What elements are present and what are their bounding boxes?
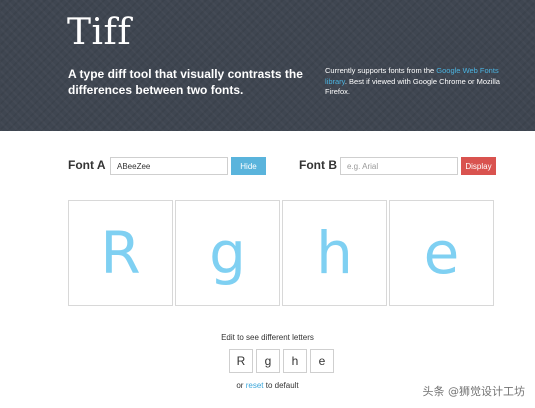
letter-comparison-row: R g h e xyxy=(68,200,494,306)
edit-letter-input[interactable] xyxy=(256,349,280,373)
edit-letters-row xyxy=(229,349,334,373)
font-a-label: Font A xyxy=(68,158,106,172)
reset-prefix: or xyxy=(236,381,246,390)
hide-button[interactable]: Hide xyxy=(231,157,266,175)
watermark: 头条 @狮觉设计工坊 xyxy=(422,385,526,398)
edit-hint: Edit to see different letters xyxy=(221,333,314,342)
support-note-prefix: Currently supports fonts from the xyxy=(325,66,437,75)
letter-glyph: h xyxy=(316,219,353,287)
support-note: Currently supports fonts from the Google… xyxy=(325,66,515,98)
edit-letter-input[interactable] xyxy=(229,349,253,373)
edit-letter-input[interactable] xyxy=(283,349,307,373)
font-b-input[interactable] xyxy=(340,157,458,175)
display-button[interactable]: Display xyxy=(461,157,496,175)
edit-letter-input[interactable] xyxy=(310,349,334,373)
letter-glyph: R xyxy=(100,219,141,287)
letter-glyph: e xyxy=(423,219,460,287)
reset-suffix: to default xyxy=(263,381,299,390)
letter-box: e xyxy=(389,200,494,306)
letter-glyph: g xyxy=(209,219,246,287)
app-title: Tiff xyxy=(67,12,132,53)
tagline: A type diff tool that visually contrasts… xyxy=(68,67,303,97)
header-banner: Tiff A type diff tool that visually cont… xyxy=(0,0,535,131)
font-b-label: Font B xyxy=(299,158,337,172)
letter-box: R xyxy=(68,200,173,306)
font-a-input[interactable] xyxy=(110,157,228,175)
reset-link[interactable]: reset xyxy=(246,381,264,390)
letter-box: h xyxy=(282,200,387,306)
letter-box: g xyxy=(175,200,280,306)
support-note-suffix: . Best if viewed with Google Chrome or M… xyxy=(325,76,500,97)
